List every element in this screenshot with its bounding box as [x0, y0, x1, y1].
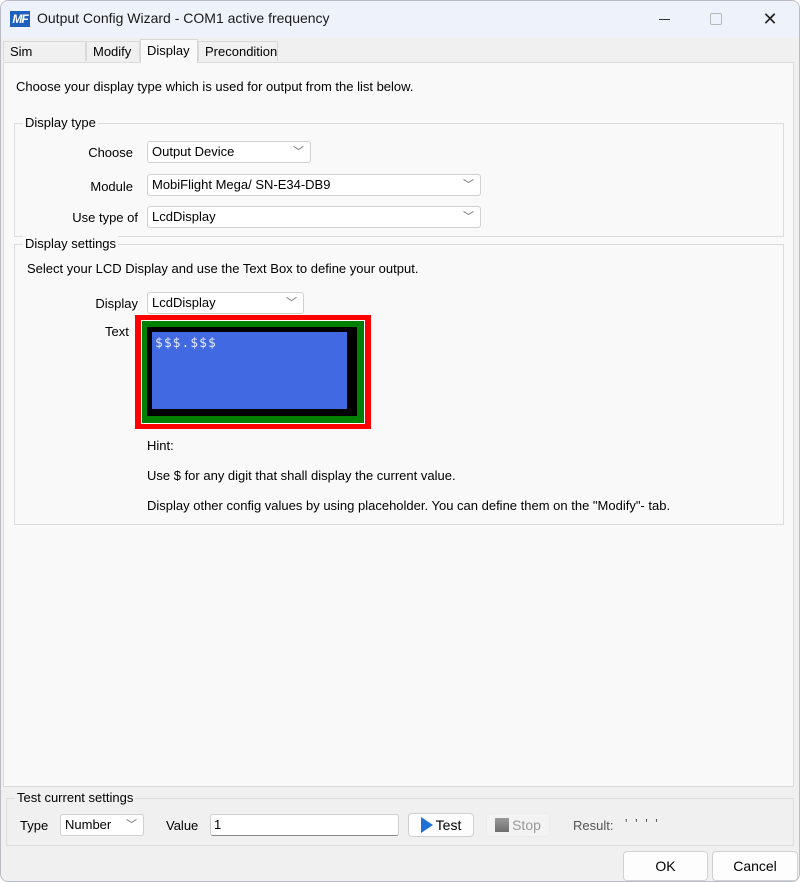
- stop-icon: [495, 818, 509, 832]
- play-icon: [421, 817, 433, 833]
- use-type-label: Use type of: [35, 210, 138, 225]
- display-settings-group: Display settings Select your LCD Display…: [14, 244, 784, 525]
- stop-button[interactable]: Stop: [486, 813, 550, 837]
- module-select-value: MobiFlight Mega/ SN-E34-DB9: [152, 177, 330, 192]
- display-type-group: Display type Choose Output Device ﹀ Modu…: [14, 123, 784, 237]
- choose-label: Choose: [35, 145, 133, 160]
- choose-select[interactable]: Output Device ﹀: [147, 141, 311, 163]
- hint-line-1: Use $ for any digit that shall display t…: [147, 468, 456, 483]
- display-select[interactable]: LcdDisplay ﹀: [147, 292, 304, 314]
- test-button-label: Test: [436, 817, 462, 833]
- module-select[interactable]: MobiFlight Mega/ SN-E34-DB9 ﹀: [147, 174, 481, 196]
- module-label: Module: [35, 179, 133, 194]
- test-button[interactable]: Test: [408, 813, 474, 837]
- test-settings-group-title: Test current settings: [15, 790, 135, 805]
- lcd-highlight-frame: $$$.$$$: [135, 315, 371, 429]
- chevron-down-icon: ﹀: [463, 207, 474, 227]
- chevron-down-icon: ﹀: [463, 175, 474, 195]
- display-type-group-title: Display type: [23, 115, 98, 130]
- stop-button-label: Stop: [512, 817, 541, 833]
- result-label: Result:: [573, 818, 613, 833]
- display-settings-group-title: Display settings: [23, 236, 118, 251]
- display-tab-panel: Choose your display type which is used f…: [3, 62, 794, 787]
- display-settings-description: Select your LCD Display and use the Text…: [27, 261, 418, 276]
- test-settings-group: Test current settings Type Number ﹀ Valu…: [6, 798, 794, 846]
- display-label: Display: [35, 296, 138, 311]
- title-bar: MF Output Config Wizard - COM1 active fr…: [1, 1, 799, 37]
- test-type-label: Type: [20, 818, 48, 833]
- result-value: ' ' ' ': [625, 816, 660, 831]
- test-value-input[interactable]: 1: [210, 814, 399, 836]
- use-type-select[interactable]: LcdDisplay ﹀: [147, 206, 481, 228]
- close-button[interactable]: ✕: [747, 1, 793, 37]
- mobiflight-logo-icon: MF: [10, 11, 30, 27]
- tab-precondition[interactable]: Precondition: [198, 41, 278, 61]
- display-select-value: LcdDisplay: [152, 295, 216, 310]
- intro-text: Choose your display type which is used f…: [16, 79, 413, 94]
- lcd-frame-padding: $$$.$$$: [141, 320, 365, 424]
- tab-modify[interactable]: Modify: [86, 41, 140, 61]
- close-icon: ✕: [762, 10, 777, 28]
- minimize-icon: [659, 19, 670, 20]
- test-type-select[interactable]: Number ﹀: [60, 814, 144, 836]
- chevron-down-icon: ﹀: [293, 142, 304, 162]
- lcd-text-input[interactable]: $$$.$$$: [152, 332, 347, 409]
- cancel-button[interactable]: Cancel: [712, 851, 798, 881]
- maximize-icon: [710, 13, 722, 25]
- text-label: Text: [105, 324, 135, 339]
- tab-display[interactable]: Display: [140, 39, 198, 63]
- test-type-select-value: Number: [65, 817, 111, 832]
- choose-select-value: Output Device: [152, 144, 234, 159]
- chevron-down-icon: ﹀: [126, 815, 137, 835]
- chevron-down-icon: ﹀: [286, 293, 297, 313]
- lcd-border: $$$.$$$: [147, 327, 357, 416]
- minimize-button[interactable]: [641, 1, 687, 37]
- test-value-label: Value: [166, 818, 198, 833]
- maximize-button[interactable]: [693, 1, 739, 37]
- tab-sim-variable[interactable]: Sim Variable: [3, 41, 86, 61]
- ok-button[interactable]: OK: [623, 851, 708, 881]
- lcd-bezel: $$$.$$$: [142, 321, 364, 423]
- use-type-select-value: LcdDisplay: [152, 209, 216, 224]
- output-config-wizard-window: MF Output Config Wizard - COM1 active fr…: [0, 0, 800, 882]
- window-title: Output Config Wizard - COM1 active frequ…: [37, 10, 330, 26]
- hint-line-2: Display other config values by using pla…: [147, 498, 670, 513]
- hint-title: Hint:: [147, 438, 174, 453]
